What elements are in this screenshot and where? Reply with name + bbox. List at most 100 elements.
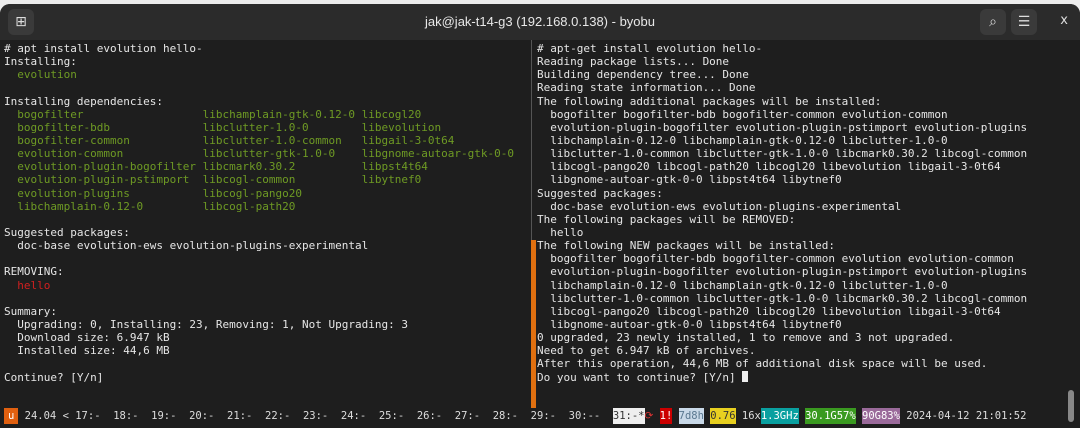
terminal-window: ⊞ jak@jak-t14-g3 (192.168.0.138) - byobu… — [0, 4, 1080, 428]
window-tab[interactable]: 21:- — [227, 408, 252, 424]
terminal-line: Installed size: 44,6 MB — [4, 344, 170, 358]
uptime: 7d8h — [678, 408, 704, 424]
terminal-line: libclutter-1.0-common libclutter-gtk-1.0… — [537, 147, 1067, 160]
terminal-line: Reading state information... Done — [537, 81, 1067, 94]
release: 24.04 < — [18, 410, 76, 422]
terminal-line: The following NEW packages will be insta… — [537, 239, 1067, 252]
window-tab[interactable]: 28:- — [493, 408, 518, 424]
terminal-line: Suggested packages: — [4, 225, 130, 239]
line-text: libcogl-pango20 libcogl-path20 libcogl20… — [537, 160, 1001, 174]
terminal-line: hello — [537, 226, 1067, 239]
memory-usage: 30.1G57% — [805, 408, 856, 424]
terminal-line: bogofilter-bdb libclutter-1.0-0 libevolu… — [4, 120, 442, 134]
terminal-line: REMOVING: — [4, 265, 64, 279]
terminal-line: Suggested packages: — [537, 187, 1067, 200]
line-text: libcogl-pango20 libcogl-path20 libcogl20… — [537, 304, 1001, 318]
line-text: bogofilter bogofilter-bdb bogofilter-com… — [537, 107, 948, 121]
line-text: Building dependency tree... Done — [537, 68, 749, 82]
line-text: hello — [537, 225, 584, 239]
byobu-status-bar: u 24.04 < 17:- 18:- 19:- 20:- 21:- 22:- … — [4, 408, 1074, 424]
title-bar: ⊞ jak@jak-t14-g3 (192.168.0.138) - byobu… — [0, 4, 1080, 40]
line-text: libchamplain-0.12-0 libchamplain-gtk-0.1… — [537, 133, 948, 147]
text-cursor — [742, 370, 749, 382]
terminal-line: Installing: — [4, 55, 77, 69]
search-button[interactable]: ⌕ — [980, 9, 1006, 35]
window-tab[interactable]: 18:- — [113, 408, 138, 424]
window-tab[interactable]: 25:- — [379, 408, 404, 424]
line-text: After this operation, 44,6 MB of additio… — [537, 357, 988, 371]
ubuntu-logo: u — [4, 408, 19, 424]
line-text: 0 upgraded, 23 newly installed, 1 to rem… — [537, 331, 955, 345]
terminal-line: Building dependency tree... Done — [537, 68, 1067, 81]
terminal-line: The following additional packages will b… — [537, 95, 1067, 108]
window-tab[interactable]: 27:- — [455, 408, 480, 424]
terminal-line: libcogl-pango20 libcogl-path20 libcogl20… — [537, 160, 1067, 173]
window-tab[interactable]: 19:- — [151, 408, 176, 424]
left-terminal-pane[interactable]: # apt install evolution hello- Installing… — [4, 42, 530, 384]
terminal-line: bogofilter bogofilter-bdb bogofilter-com… — [537, 252, 1067, 265]
line-text: The following additional packages will b… — [537, 94, 882, 108]
datetime: 2024-04-12 21:01:52 — [906, 410, 1027, 422]
terminal-line: libchamplain-0.12-0 libchamplain-gtk-0.1… — [537, 134, 1067, 147]
window-tab[interactable]: 26:- — [417, 408, 442, 424]
terminal-line: evolution-plugin-bogofilter evolution-pl… — [537, 265, 1067, 278]
terminal-line: libchamplain-0.12-0 libchamplain-gtk-0.1… — [537, 279, 1067, 292]
line-text: Reading package lists... Done — [537, 55, 730, 69]
terminal-line: libcogl-pango20 libcogl-path20 libcogl20… — [537, 305, 1067, 318]
window-tab[interactable]: 24:- — [341, 408, 366, 424]
terminal-line: evolution — [4, 68, 77, 82]
menu-button[interactable]: ☰ — [1011, 9, 1037, 35]
line-text: libgnome-autoar-gtk-0-0 libpst4t64 libyt… — [537, 317, 842, 331]
line-text: libclutter-1.0-common libclutter-gtk-1.0… — [537, 291, 1028, 305]
terminal-line: bogofilter libchamplain-gtk-0.12-0 libco… — [4, 107, 422, 121]
active-window-tab[interactable]: 31:-* — [612, 408, 645, 424]
line-text: libgnome-autoar-gtk-0-0 libpst4t64 libyt… — [537, 173, 842, 187]
terminal-line: After this operation, 44,6 MB of additio… — [537, 357, 1067, 370]
window-tab[interactable]: 29:- — [531, 408, 556, 424]
window-tab[interactable]: 20:- — [189, 408, 214, 424]
line-text: Need to get 6.947 kB of archives. — [537, 344, 756, 358]
line-text: evolution-plugin-bogofilter evolution-pl… — [537, 265, 1028, 279]
terminal-line: 0 upgraded, 23 newly installed, 1 to rem… — [537, 331, 1067, 344]
line-text: The following packages will be REMOVED: — [537, 212, 796, 226]
window-tab[interactable]: 22:- — [265, 408, 290, 424]
cpu-count: 16x — [741, 410, 761, 422]
line-text: # apt-get install evolution hello- — [537, 42, 763, 55]
window-tab[interactable]: 30:-- — [569, 408, 601, 424]
terminal-line: evolution-common libclutter-gtk-1.0-0 li… — [4, 147, 514, 161]
window-tab[interactable]: 17:- — [75, 408, 100, 424]
load-average: 0.76 — [710, 408, 736, 424]
terminal-line: libchamplain-0.12-0 libcogl-path20 — [4, 199, 296, 213]
terminal-line: Do you want to continue? [Y/n] — [537, 370, 1067, 384]
terminal-line: # apt-get install evolution hello- — [537, 42, 1067, 55]
terminal-line: bogofilter bogofilter-bdb bogofilter-com… — [537, 108, 1067, 121]
terminal-line: evolution-plugin-bogofilter libcmark0.30… — [4, 160, 428, 174]
terminal-line: Continue? [Y/n] — [4, 370, 104, 384]
line-text: The following NEW packages will be insta… — [537, 239, 836, 253]
line-text: libclutter-1.0-common libclutter-gtk-1.0… — [537, 147, 1028, 161]
reboot-required-badge: 1! — [659, 408, 673, 424]
terminal-line: doc-base evolution-ews evolution-plugins… — [4, 239, 369, 253]
line-text: doc-base evolution-ews evolution-plugins… — [537, 199, 902, 213]
pane-scroll-indicator — [531, 240, 536, 408]
terminal-line: Summary: — [4, 304, 57, 318]
terminal-line: evolution-plugin-bogofilter evolution-pl… — [537, 121, 1067, 134]
close-button[interactable]: x — [1060, 13, 1068, 28]
terminal-line: bogofilter-common libclutter-1.0-common … — [4, 133, 455, 147]
terminal-line: hello — [4, 278, 51, 292]
line-text: libchamplain-0.12-0 libchamplain-gtk-0.1… — [537, 278, 948, 292]
terminal-line: # apt install evolution hello- — [4, 42, 203, 55]
terminal-line: evolution-plugin-pstimport libcogl-commo… — [4, 173, 422, 187]
window-tab[interactable]: 23:- — [303, 408, 328, 424]
terminal-line: The following packages will be REMOVED: — [537, 213, 1067, 226]
right-terminal-pane[interactable]: # apt-get install evolution hello- Readin… — [537, 42, 1067, 384]
terminal-line: Need to get 6.947 kB of archives. — [537, 344, 1067, 357]
terminal-line: libgnome-autoar-gtk-0-0 libpst4t64 libyt… — [537, 173, 1067, 186]
line-text: Do you want to continue? [Y/n] — [537, 370, 743, 384]
search-icon: ⌕ — [989, 14, 997, 30]
